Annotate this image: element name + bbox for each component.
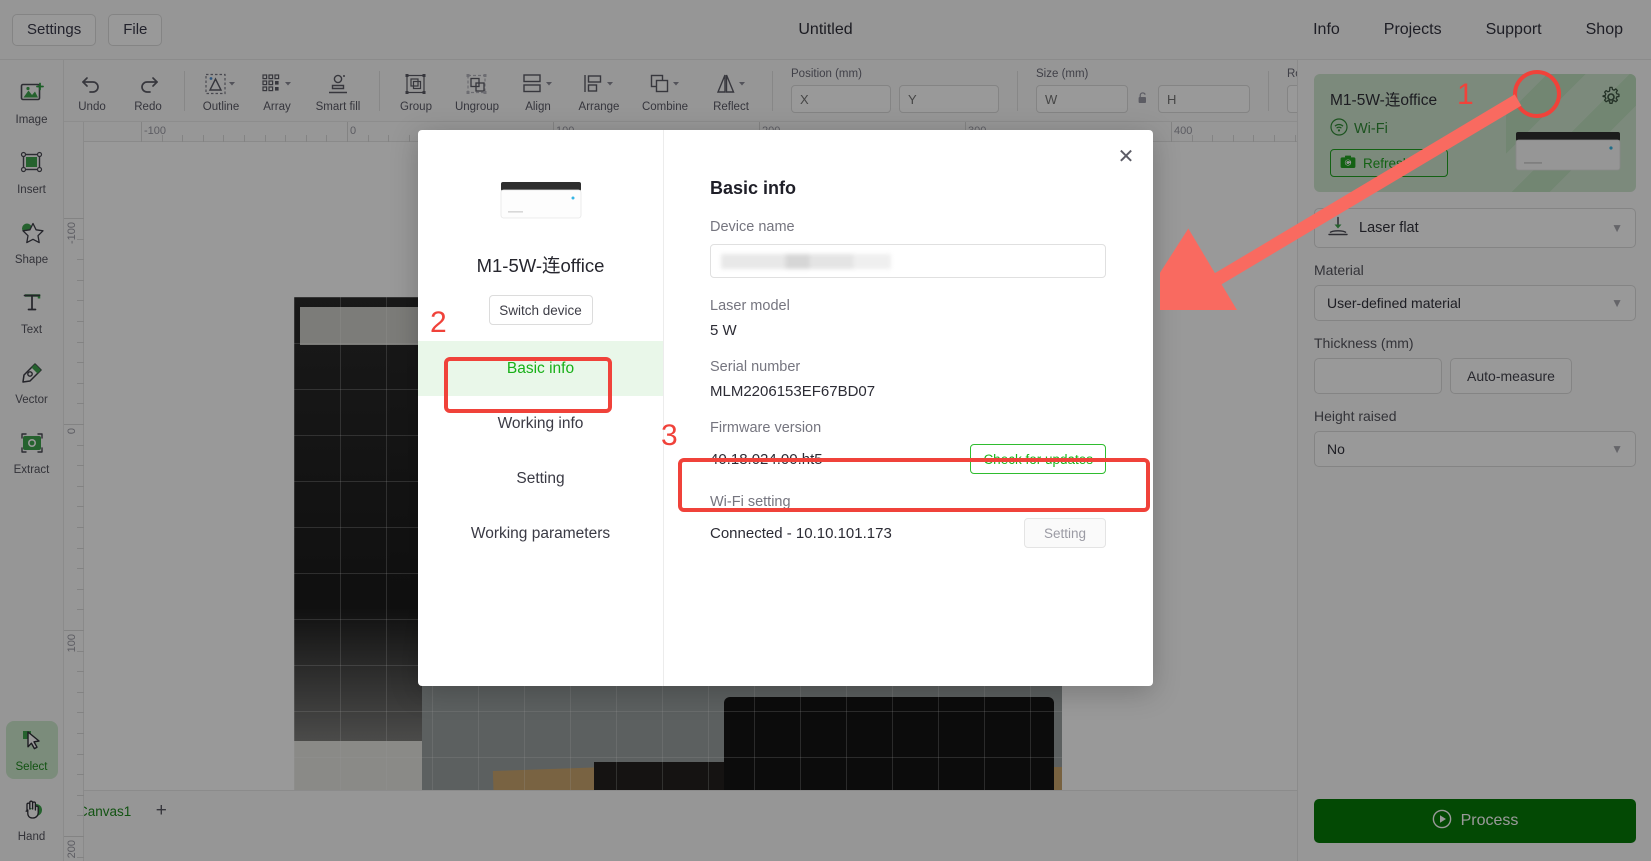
modal-title: Basic info (710, 178, 797, 198)
modal-sidebar: M1-5W-连office Switch device Basic info W… (418, 130, 664, 686)
firmware-version-value: 40.18.024.00.ht5 (710, 450, 823, 468)
serial-number-label: Serial number (710, 359, 801, 375)
device-name-input[interactable] (710, 244, 1106, 278)
modal-device-image (498, 176, 584, 226)
serial-number-value: MLM2206153EF67BD07 (710, 383, 876, 400)
wifi-row: Connected - 10.10.101.173 Setting (710, 518, 1106, 548)
wifi-status-value: Connected - 10.10.101.173 (710, 524, 892, 542)
modal-device-name: M1-5W-连office (476, 255, 605, 276)
laser-model-label: Laser model (710, 298, 790, 314)
device-name-label: Device name (710, 219, 795, 235)
wifi-setting-label: Wi-Fi setting (710, 494, 791, 510)
modal-nav-working-parameters[interactable]: Working parameters (418, 506, 663, 561)
firmware-row: 40.18.024.00.ht5 Check for updates (710, 444, 1106, 474)
device-info-modal: ✕ M1-5W-连office Switch device Basic info… (418, 130, 1153, 686)
modal-nav-working-info[interactable]: Working info (418, 396, 663, 451)
firmware-version-label: Firmware version (710, 420, 822, 436)
switch-device-button[interactable]: Switch device (488, 295, 593, 325)
modal-nav-setting[interactable]: Setting (418, 451, 663, 506)
device-name-redacted-value (721, 254, 891, 269)
modal-content: Basic info Device name Laser model 5 W S… (664, 130, 1153, 686)
app-root: Settings File Untitled Info Projects Sup… (0, 0, 1651, 861)
modal-nav: Basic info Working info Setting Working … (418, 341, 663, 561)
modal-nav-basic-info[interactable]: Basic info (418, 341, 663, 396)
laser-model-value: 5 W (710, 322, 737, 339)
check-for-updates-button[interactable]: Check for updates (970, 444, 1106, 474)
wifi-setting-button[interactable]: Setting (1024, 518, 1106, 548)
